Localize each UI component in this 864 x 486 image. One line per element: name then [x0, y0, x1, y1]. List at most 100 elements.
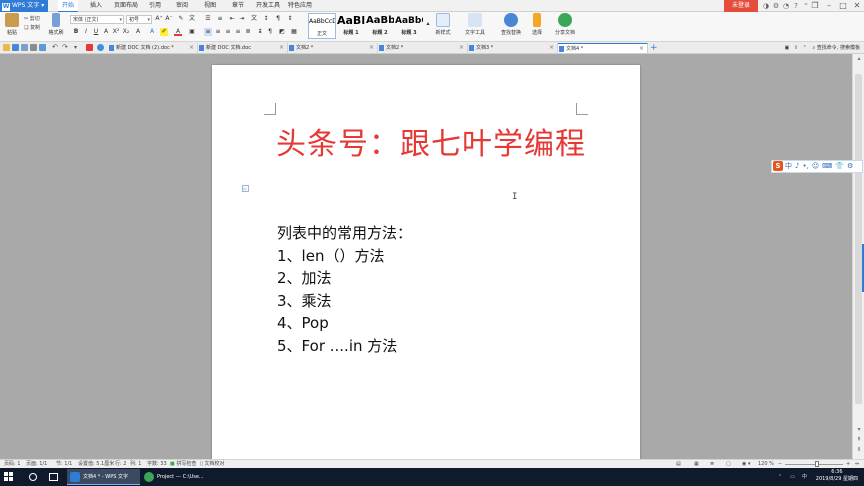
tray-expand-icon[interactable]: ⌃	[778, 468, 782, 486]
document-body[interactable]: 列表中的常用方法： 1、len（）方法 2、加法 3、乘法 4、Pop 5、Fo…	[277, 222, 412, 357]
doc-tab-active[interactable]: 文档4 * ×	[558, 43, 648, 53]
increase-indent-icon[interactable]: ⇥	[238, 15, 246, 23]
tab-home[interactable]: 开始	[58, 0, 79, 12]
chevron-down-icon[interactable]: ▾	[748, 460, 751, 468]
save-icon[interactable]	[12, 44, 19, 51]
new-tab-icon[interactable]: +	[650, 43, 658, 53]
bullets-icon[interactable]: ☰	[204, 15, 212, 23]
find-replace-button[interactable]: 查找替换	[498, 13, 524, 36]
paragraph-icon[interactable]: ¶	[266, 28, 274, 36]
superscript-icon[interactable]: X²	[112, 28, 120, 36]
doc-tab[interactable]: 文档2 * ×	[288, 43, 378, 53]
phonetic-icon[interactable]: 文	[188, 15, 196, 23]
taskbar-item-project[interactable]: Project --- C:\Use...	[141, 469, 211, 485]
maximize-icon[interactable]: □	[836, 0, 850, 12]
font-color-icon[interactable]: A	[174, 28, 182, 36]
paste-button[interactable]: 粘贴	[3, 13, 21, 36]
close-icon[interactable]: ×	[369, 43, 374, 53]
tab-view[interactable]: 视图	[200, 0, 220, 12]
upload-icon[interactable]: ⇧	[794, 45, 798, 51]
border-icon[interactable]: ▦	[290, 28, 298, 36]
close-icon[interactable]: ×	[279, 43, 284, 53]
underline-icon[interactable]: U	[92, 28, 100, 36]
doc-tab[interactable]: 新建 DOC 文档.doc ×	[198, 43, 288, 53]
close-icon[interactable]: ×	[639, 44, 644, 53]
doc-tab[interactable]: 文档3 * ×	[468, 43, 558, 53]
customize-icon[interactable]: ▾	[74, 44, 81, 51]
zoom-slider-knob[interactable]	[815, 461, 819, 467]
text-effect-2-icon[interactable]: A	[148, 28, 156, 36]
zoom-in-icon[interactable]: +	[846, 460, 850, 468]
task-view-icon[interactable]	[49, 473, 58, 481]
network-icon[interactable]: ▭	[790, 468, 795, 486]
undo-icon[interactable]: ↶	[52, 44, 59, 51]
close-icon[interactable]: ×	[459, 43, 464, 53]
select-button[interactable]: 选择	[528, 13, 546, 36]
style-heading-1[interactable]: AaBl 标题 1	[337, 13, 365, 39]
word-count[interactable]: 字数: 33	[147, 460, 167, 468]
next-page-icon[interactable]: ⇟	[855, 446, 863, 453]
app-menu-button[interactable]: W WPS 文字 ▾	[0, 0, 48, 12]
zoom-slider[interactable]	[785, 464, 843, 465]
view-outline-icon[interactable]: ▤	[676, 460, 681, 468]
ime-settings-icon[interactable]: ⚙	[847, 161, 853, 172]
restore-window-icon[interactable]: ❐	[808, 0, 822, 12]
bold-icon[interactable]: B	[72, 28, 80, 36]
font-size-select[interactable]: 初号 ▾	[126, 15, 152, 24]
view-read-icon[interactable]: ▢	[726, 460, 731, 468]
paragraph-layout-icon[interactable]: ▤	[242, 185, 249, 192]
minimize-icon[interactable]: –	[822, 0, 836, 12]
ime-lang-indicator[interactable]: 中	[802, 468, 807, 486]
feedback-icon[interactable]: ◔	[782, 2, 790, 10]
login-button[interactable]: 未登录	[724, 0, 758, 12]
redo-icon[interactable]: ↷	[62, 44, 69, 51]
font-name-select[interactable]: 宋体 (正文) ▾	[70, 15, 124, 24]
zoom-out-icon[interactable]: −	[778, 460, 782, 468]
close-icon[interactable]: ×	[189, 43, 194, 53]
highlight-icon[interactable]: ✐	[160, 28, 168, 36]
align-left-icon[interactable]: ≡	[204, 28, 212, 36]
strikethrough-icon[interactable]: A	[102, 28, 110, 36]
ime-emoji-icon[interactable]: ☺	[812, 161, 819, 172]
italic-icon[interactable]: I	[82, 28, 90, 36]
styles-scroll-icon[interactable]: ▴	[424, 20, 432, 28]
scroll-down-icon[interactable]: ▾	[855, 426, 863, 433]
chinese-layout-icon[interactable]: 文	[250, 15, 258, 23]
tab-insert[interactable]: 插入	[86, 0, 106, 12]
text-effect-icon[interactable]: A	[134, 28, 142, 36]
ime-width-icon[interactable]: •,	[802, 161, 808, 172]
subscript-icon[interactable]: X₂	[122, 28, 130, 36]
scroll-thumb[interactable]	[855, 74, 862, 404]
zoom-value[interactable]: 120 %	[758, 460, 774, 468]
close-icon[interactable]: ×	[549, 43, 554, 53]
doc-check[interactable]: ▯ 文档校对	[200, 460, 224, 468]
cut-button[interactable]: ✂ 剪切	[24, 15, 40, 22]
vertical-scrollbar[interactable]: ▴ ▾ ⇞ ⇟	[852, 54, 864, 459]
close-icon[interactable]: ✕	[850, 0, 864, 12]
view-page-icon[interactable]: ▦	[694, 460, 699, 468]
layout-icon[interactable]: ▣	[784, 45, 789, 51]
system-clock[interactable]: 6:36 2019/8/29 星期四	[816, 469, 858, 483]
ime-toolbar[interactable]: S 中 ♪ •, ☺ ⌨ 👕 ⚙	[771, 160, 863, 173]
shrink-font-icon[interactable]: A⁻	[165, 15, 173, 23]
format-painter-button[interactable]: 格式刷	[46, 13, 66, 36]
windows-start-icon[interactable]	[4, 472, 14, 482]
tab-chapter[interactable]: 章节	[228, 0, 248, 12]
taskbar-item-wps[interactable]: 文档4 * - WPS 文字	[67, 469, 140, 485]
print-preview-icon[interactable]	[21, 44, 28, 51]
line-spacing-icon[interactable]: ⇕	[286, 15, 294, 23]
minimize-ribbon-icon[interactable]: ⌃	[803, 45, 807, 51]
open-folder-icon[interactable]	[3, 44, 10, 51]
align-center-icon[interactable]: ≡	[214, 28, 222, 36]
document-page[interactable]: 头条号：跟七叶学编程 ▤ I 列表中的常用方法： 1、len（）方法 2、加法 …	[212, 65, 640, 465]
align-right-icon[interactable]: ≡	[224, 28, 232, 36]
new-style-button[interactable]: 新样式	[432, 13, 454, 36]
justify-icon[interactable]: ≡	[234, 28, 242, 36]
view-web-icon[interactable]: ≣	[710, 460, 714, 468]
tab-references[interactable]: 引用	[145, 0, 165, 12]
tab-features[interactable]: 特色应用	[284, 0, 316, 12]
line-spacing-2-icon[interactable]: ↨	[256, 28, 264, 36]
distribute-icon[interactable]: ≣	[244, 28, 252, 36]
shading-icon[interactable]: ◩	[278, 28, 286, 36]
doc-tab[interactable]: 新建 DOC 文档 (2).doc * ×	[108, 43, 198, 53]
